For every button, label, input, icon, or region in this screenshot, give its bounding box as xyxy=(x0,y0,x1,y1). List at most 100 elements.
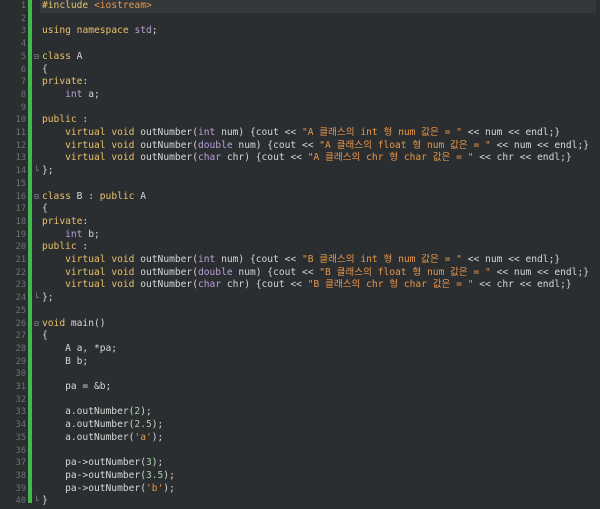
code-line[interactable]: 17 { xyxy=(0,203,600,216)
code-text: { xyxy=(42,63,48,75)
code-line[interactable]: 15 xyxy=(0,178,600,191)
code-line[interactable]: 24 └}; xyxy=(0,292,600,305)
code-text: int a; xyxy=(65,88,100,100)
fold-end-icon: └ xyxy=(34,166,39,176)
line-number: 13 xyxy=(15,153,26,164)
code-line[interactable]: 27 { xyxy=(0,330,600,343)
code-line[interactable]: 28 A a, *pa; xyxy=(0,343,600,356)
code-line[interactable]: 33 a.outNumber(2); xyxy=(0,406,600,419)
code-text: #include <iostream> xyxy=(42,0,152,11)
code-line[interactable]: 9 xyxy=(0,102,600,115)
code-line[interactable]: 30 xyxy=(0,368,600,381)
line-number: 8 xyxy=(20,89,26,100)
code-text: B b; xyxy=(42,355,89,367)
code-text: virtual void outNumber(char chr) {cout <… xyxy=(65,152,572,164)
code-line[interactable]: 12 virtual void outNumber(double num) {c… xyxy=(0,140,600,153)
code-line[interactable]: 35 a.outNumber('a'); xyxy=(0,432,600,445)
code-line[interactable]: 14 └}; xyxy=(0,165,600,178)
code-line[interactable]: 40 └} xyxy=(0,495,600,508)
code-text: pa->outNumber('b'); xyxy=(42,482,175,494)
code-line[interactable]: 32 xyxy=(0,394,600,407)
code-line[interactable]: 23 virtual void outNumber(char chr) {cou… xyxy=(0,279,600,292)
line-number: 35 xyxy=(15,432,26,443)
fold-toggle-icon[interactable]: ⊟ xyxy=(33,51,40,64)
line-number: 25 xyxy=(15,305,26,316)
code-line[interactable]: 16 ⊟ class B : public A xyxy=(0,191,600,204)
code-text: virtual void outNumber(int num) {cout <<… xyxy=(65,127,561,138)
code-line[interactable]: 2 xyxy=(0,13,600,26)
code-line[interactable]: 26 ⊟ void main() xyxy=(0,318,600,331)
line-number: 9 xyxy=(20,102,26,113)
line-number: 12 xyxy=(15,140,26,151)
code-line[interactable]: 25 xyxy=(0,305,600,318)
code-text: public : xyxy=(42,114,89,126)
fold-end-icon: └ xyxy=(34,496,39,506)
line-number: 11 xyxy=(15,128,26,138)
line-number: 38 xyxy=(15,470,26,481)
code-text: int b; xyxy=(65,228,100,240)
line-number: 29 xyxy=(15,356,26,367)
code-text: a.outNumber(2); xyxy=(42,406,152,418)
code-text: virtual void outNumber(double num) {cout… xyxy=(65,139,590,151)
line-number: 2 xyxy=(20,13,26,24)
line-number: 32 xyxy=(15,394,26,405)
code-text: virtual void outNumber(int num) {cout <<… xyxy=(65,254,561,265)
code-text: public : xyxy=(42,241,89,253)
line-number: 28 xyxy=(15,343,26,354)
line-number: 17 xyxy=(15,204,26,215)
line-number: 27 xyxy=(15,331,26,342)
code-text: a.outNumber('a'); xyxy=(42,431,164,443)
code-line[interactable]: 5 ⊟ class A xyxy=(0,51,600,64)
line-number: 20 xyxy=(15,242,26,253)
line-number: 14 xyxy=(15,166,26,177)
code-line[interactable]: 10 public : xyxy=(0,114,600,127)
code-line[interactable]: 34 a.outNumber(2.5); xyxy=(0,419,600,432)
code-text: virtual void outNumber(char chr) {cout <… xyxy=(65,279,572,291)
code-line[interactable]: 3 using namespace std; xyxy=(0,25,600,38)
fold-end-icon: └ xyxy=(34,293,39,303)
code-line[interactable]: 38 pa->outNumber(3.5); xyxy=(0,470,600,483)
line-number: 39 xyxy=(15,483,26,494)
line-number: 21 xyxy=(15,255,26,265)
code-line[interactable]: 29 B b; xyxy=(0,356,600,369)
code-line[interactable]: 7 private: xyxy=(0,76,600,89)
code-line[interactable]: 6{ xyxy=(0,64,600,77)
line-number: 31 xyxy=(15,382,26,392)
code-line[interactable]: 18 private: xyxy=(0,216,600,229)
code-line[interactable]: 19 int b; xyxy=(0,229,600,242)
code-line[interactable]: 8 int a; xyxy=(0,89,600,102)
code-text: virtual void outNumber(double num) {cout… xyxy=(65,266,590,278)
code-line[interactable]: 21 virtual void outNumber(int num) {cout… xyxy=(0,254,600,267)
fold-toggle-icon[interactable]: ⊟ xyxy=(33,191,40,204)
code-text: pa->outNumber(3.5); xyxy=(42,469,175,481)
code-text: { xyxy=(42,330,48,342)
code-line[interactable]: 4 xyxy=(0,38,600,51)
code-text: a.outNumber(2.5); xyxy=(42,419,164,431)
line-number: 16 xyxy=(15,191,26,202)
code-line[interactable]: 20 public : xyxy=(0,241,600,254)
code-text: class B : public A xyxy=(42,190,146,202)
fold-toggle-icon[interactable]: ⊟ xyxy=(33,318,40,331)
code-line[interactable]: 37 pa->outNumber(3); xyxy=(0,457,600,470)
code-line[interactable]: 39 pa->outNumber('b'); xyxy=(0,483,600,496)
code-text: class A xyxy=(42,50,83,62)
code-line[interactable]: 1 #include <iostream> xyxy=(0,0,600,13)
line-number: 23 xyxy=(15,280,26,291)
code-line[interactable]: 11 virtual void outNumber(int num) {cout… xyxy=(0,127,600,140)
code-editor[interactable]: 1 #include <iostream> 2 3 using namespace st… xyxy=(0,0,600,509)
code-line[interactable]: 22 virtual void outNumber(double num) {c… xyxy=(0,267,600,280)
line-number: 10 xyxy=(15,115,26,126)
line-number: 1 xyxy=(20,1,26,11)
line-number: 5 xyxy=(20,51,26,62)
line-number: 4 xyxy=(20,39,26,50)
code-text: pa = &b; xyxy=(42,381,112,392)
code-line[interactable]: 36 xyxy=(0,445,600,458)
code-line[interactable]: 13 virtual void outNumber(char chr) {cou… xyxy=(0,152,600,165)
line-number: 22 xyxy=(15,267,26,278)
line-number: 24 xyxy=(15,293,26,304)
code-line[interactable]: 31 pa = &b; xyxy=(0,381,600,394)
line-number: 33 xyxy=(15,407,26,418)
line-number: 40 xyxy=(15,496,26,507)
line-number: 7 xyxy=(20,77,26,88)
code-text: pa->outNumber(3); xyxy=(42,457,164,469)
